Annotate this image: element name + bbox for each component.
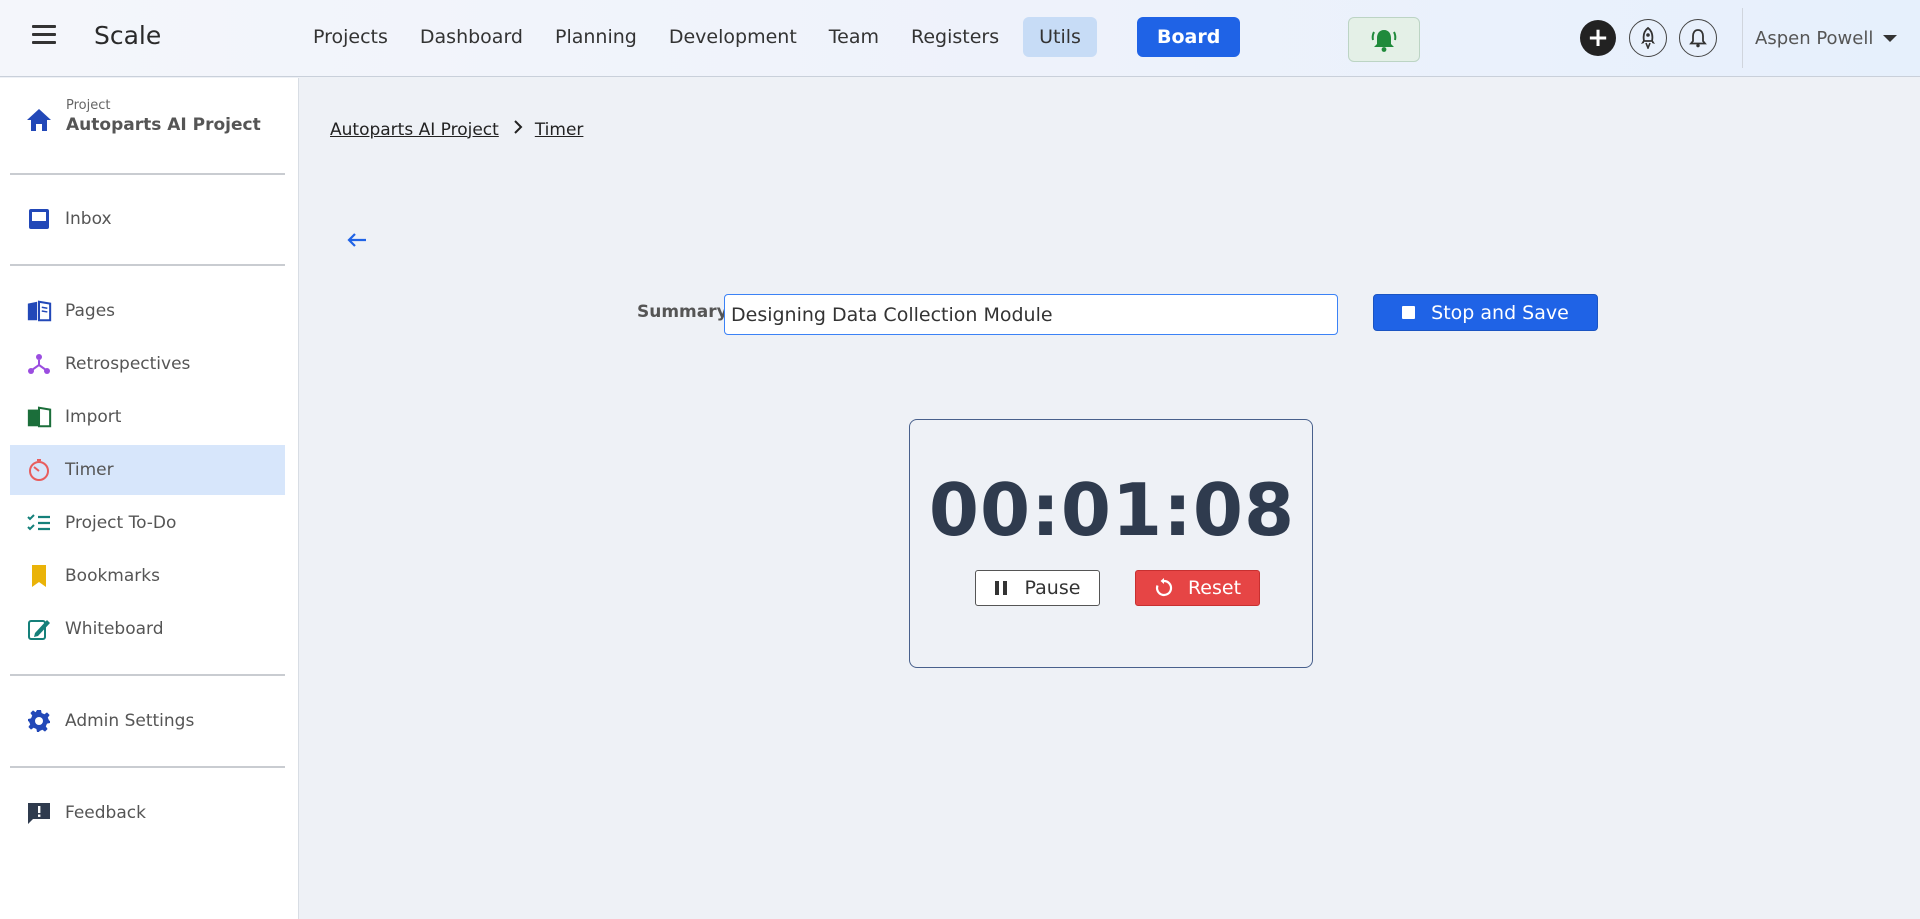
sidebar-item-label: Import [65,407,122,427]
sidebar-item-pages[interactable]: Pages [10,286,285,336]
sidebar-item-feedback[interactable]: Feedback [10,788,285,838]
create-button[interactable]: + [1580,20,1616,56]
chevron-right-icon [513,119,523,140]
whiteboard-icon [26,616,52,642]
app-brand[interactable]: Scale [94,21,161,50]
rocket-icon [1641,27,1655,49]
sidebar-item-label: Admin Settings [65,711,195,731]
summary-input[interactable] [724,294,1338,335]
reset-button[interactable]: Reset [1135,570,1260,606]
plus-icon: + [1587,23,1609,53]
nav-board-button[interactable]: Board [1136,17,1241,57]
sidebar-item-label: Timer [65,460,114,480]
sidebar-item-project-todo[interactable]: Project To-Do [10,498,285,548]
alarm-bell-icon [1371,29,1397,52]
divider [10,674,285,676]
nodes-icon [26,351,52,377]
bell-icon [1689,29,1707,48]
project-name: Autoparts AI Project [66,115,261,135]
stop-and-save-button[interactable]: Stop and Save [1373,294,1598,331]
sidebar: Project Autoparts AI Project Inbox Pages… [0,78,299,919]
nav-team[interactable]: Team [813,17,895,57]
user-menu[interactable]: Aspen Powell [1755,28,1898,49]
breadcrumb: Autoparts AI Project Timer [330,119,583,140]
pause-label: Pause [1024,577,1081,599]
nav-projects[interactable]: Projects [297,17,404,57]
sidebar-item-label: Retrospectives [65,354,191,374]
summary-label: Summary [637,302,728,322]
project-label: Project [66,98,111,113]
book-icon [26,404,52,430]
breadcrumb-project-link[interactable]: Autoparts AI Project [330,120,499,140]
nav-dashboard[interactable]: Dashboard [404,17,539,57]
bookmark-icon [26,563,52,589]
sidebar-item-retrospectives[interactable]: Retrospectives [10,339,285,389]
pause-button[interactable]: Pause [975,570,1100,606]
gear-icon [26,708,52,734]
nav-registers[interactable]: Registers [895,17,1015,57]
divider [10,264,285,266]
breadcrumb-current-link[interactable]: Timer [535,120,584,140]
sidebar-item-label: Pages [65,301,116,321]
user-name: Aspen Powell [1755,28,1874,49]
book-open-icon [26,298,52,324]
pause-icon [994,581,1011,595]
divider [1742,8,1743,68]
top-bar: Scale Projects Dashboard Planning Develo… [0,0,1920,77]
project-header[interactable]: Project Autoparts AI Project [26,98,261,135]
nav-development[interactable]: Development [653,17,813,57]
sidebar-item-timer[interactable]: Timer [10,445,285,495]
reset-label: Reset [1187,577,1242,599]
stop-icon [1402,306,1416,319]
divider [10,766,285,768]
sidebar-item-label: Project To-Do [65,513,177,533]
nav-utils[interactable]: Utils [1023,17,1097,57]
divider [10,173,285,175]
sidebar-item-label: Whiteboard [65,619,164,639]
stop-and-save-label: Stop and Save [1431,301,1569,324]
alarm-button[interactable] [1348,17,1420,62]
main-nav: Projects Dashboard Planning Development … [297,17,1241,57]
timer-card: 00:01:08 Pause Reset [909,419,1313,668]
sidebar-item-whiteboard[interactable]: Whiteboard [10,604,285,654]
reset-icon [1155,578,1173,597]
rocket-button[interactable] [1629,19,1667,57]
home-icon [27,109,51,131]
sidebar-item-label: Bookmarks [65,566,160,586]
checklist-icon [26,510,52,536]
sidebar-item-label: Inbox [65,209,112,229]
sidebar-item-admin-settings[interactable]: Admin Settings [10,696,285,746]
feedback-icon [26,800,52,826]
arrow-left-icon [347,233,366,247]
sidebar-item-bookmarks[interactable]: Bookmarks [10,551,285,601]
sidebar-item-import[interactable]: Import [10,392,285,442]
notifications-button[interactable] [1679,19,1717,57]
timer-icon [26,457,52,483]
hamburger-menu-icon[interactable] [32,25,56,45]
sidebar-item-inbox[interactable]: Inbox [10,194,285,244]
caret-down-icon [1883,35,1898,42]
nav-planning[interactable]: Planning [539,17,653,57]
sidebar-item-label: Feedback [65,803,146,823]
inbox-icon [26,206,52,232]
timer-display: 00:01:08 [928,468,1296,552]
back-button[interactable] [346,232,368,252]
